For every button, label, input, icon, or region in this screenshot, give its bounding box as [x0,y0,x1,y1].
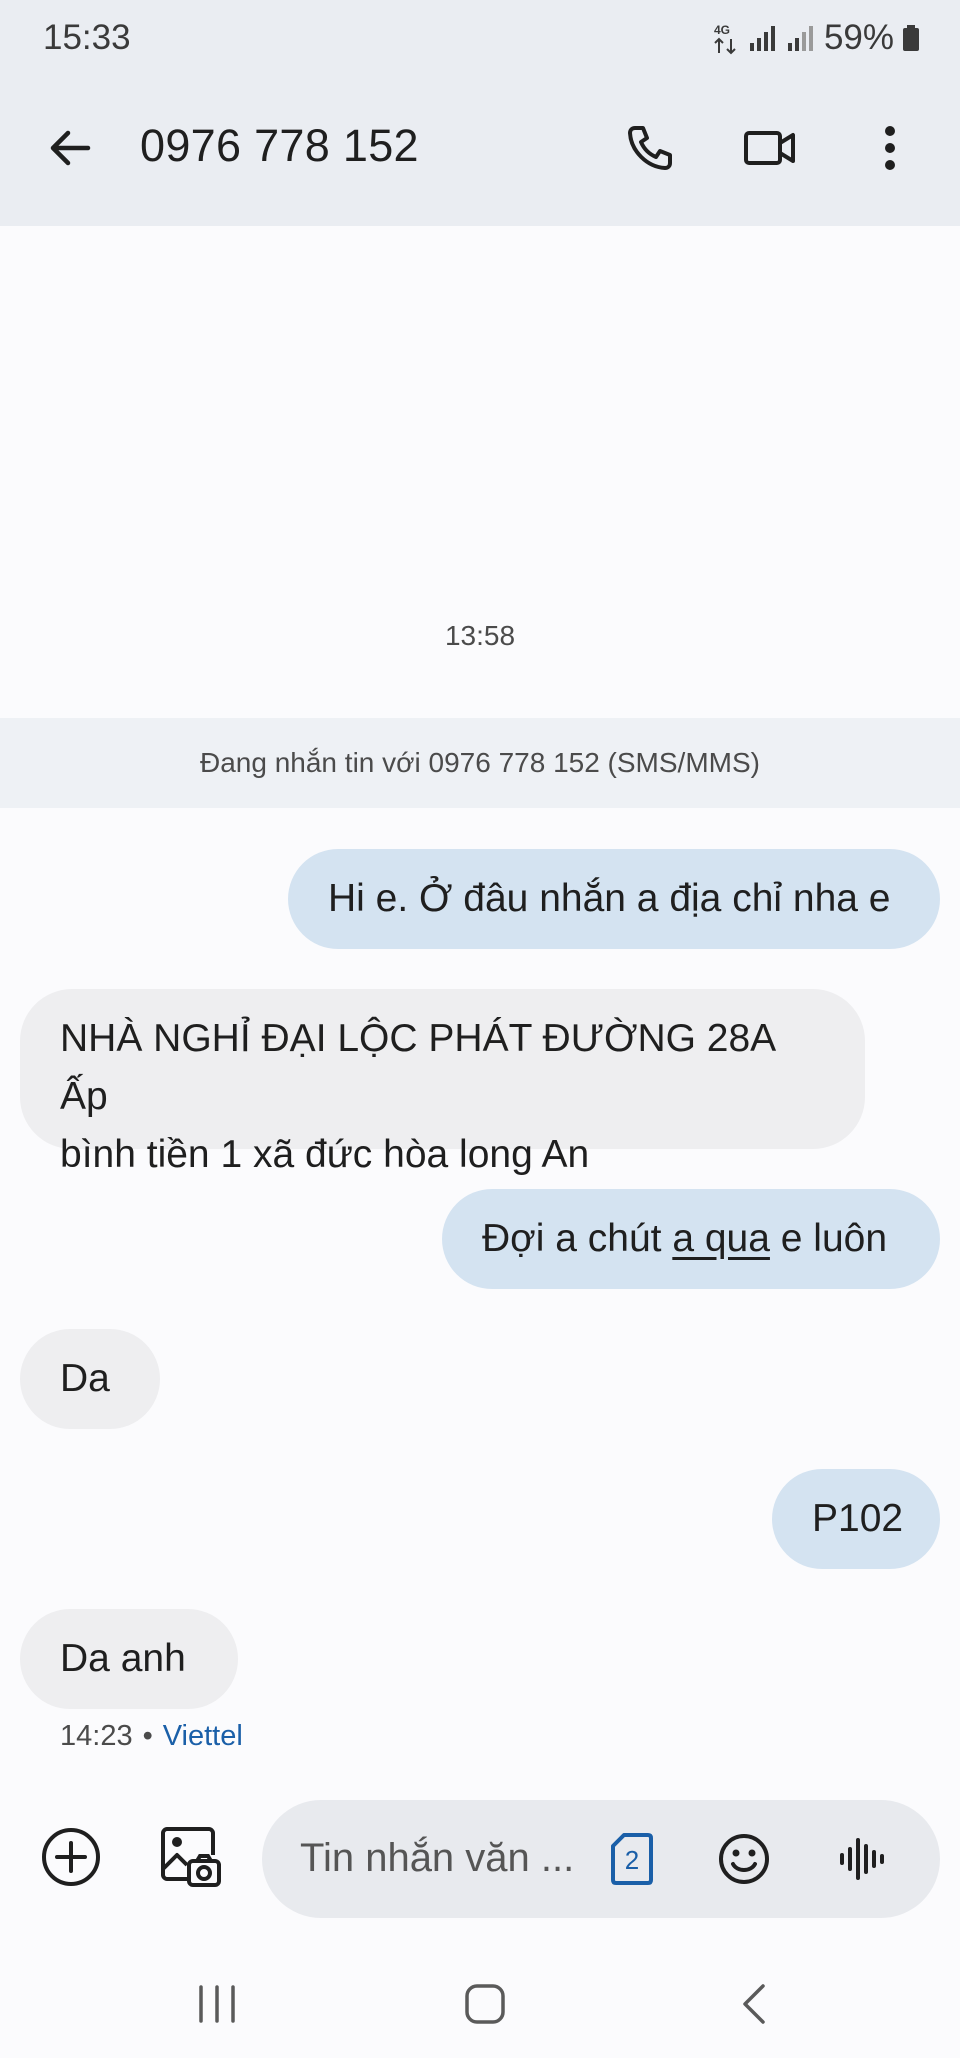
battery-percent: 59% [823,18,894,57]
message-bubble-incoming[interactable]: NHÀ NGHỈ ĐẠI LỘC PHÁT ĐƯỜNG 28A Ấp bình … [20,989,865,1176]
sms-info-banner: Đang nhắn tin với 0976 778 152 (SMS/MMS) [0,718,960,808]
gallery-camera-icon [161,1827,221,1887]
system-navigation-bar [0,1950,960,2058]
voice-waveform-icon [840,1838,884,1880]
signal-strength-sim2-icon [787,26,813,51]
message-text: Da [60,1357,110,1400]
video-camera-icon [744,131,795,165]
network-4g-icon: 4G [714,23,736,55]
message-bubble-outgoing[interactable]: Hi e. Ở đâu nhắn a địa chỉ nha e [288,849,940,949]
message-text: Hi e. Ở đâu nhắn a địa chỉ nha e [328,877,891,920]
battery-icon [903,25,919,51]
contact-title: 0976 778 152 [140,120,419,171]
message-text-line-2: bình tiền 1 xã đức hòa long An [60,1133,590,1176]
message-bubble-incoming[interactable]: Da [20,1329,160,1429]
carrier-label: Viettel [162,1720,243,1752]
gallery-camera-button[interactable] [154,1820,228,1894]
message-text-line-1: NHÀ NGHỈ ĐẠI LỘC PHÁT ĐƯỜNG 28A Ấp [60,1017,775,1118]
conversation-timestamp: 13:58 [444,620,516,651]
top-app-area: 15:33 4G 59% 0976 778 152 [0,0,960,226]
message-text: Đợi a chút [482,1217,673,1260]
phone-icon [628,126,672,170]
more-vert-icon [885,126,895,170]
meta-separator: • [142,1720,153,1752]
emoji-icon [719,1834,769,1884]
back-arrow-icon [50,130,91,166]
message-bubble-outgoing[interactable]: P102 [772,1469,940,1569]
more-options-button[interactable] [854,112,926,184]
message-bubble-incoming[interactable]: Da anh [20,1609,238,1709]
message-link-text[interactable]: a qua [672,1217,770,1260]
add-attachment-button[interactable] [36,1822,106,1892]
call-button[interactable] [614,112,686,184]
video-call-button[interactable] [734,112,806,184]
sim-number: 2 [625,1845,639,1875]
emoji-button[interactable] [712,1827,776,1891]
app-bar: 0976 778 152 [0,100,960,196]
chevron-left-icon [743,1984,765,2024]
status-time: 15:33 [43,18,131,57]
message-meta: 14:23 • Viettel [60,1720,243,1753]
message-text: Da anh [60,1637,186,1680]
network-type-text: 4G [714,23,730,37]
message-text: e luôn [769,1217,888,1260]
recent-apps-button[interactable] [177,1972,257,2036]
sim-select-button[interactable]: 2 [602,1829,662,1889]
add-circle-icon [42,1828,100,1886]
compose-bar: Tin nhắn văn ... 2 [0,1790,960,1930]
status-icons: 4G 59% [712,18,920,58]
system-back-button[interactable] [714,1972,794,2036]
status-bar: 15:33 4G 59% [0,0,960,82]
sim-card-icon: 2 [611,1833,653,1885]
message-time: 14:23 [60,1720,133,1752]
voice-message-button[interactable] [830,1827,894,1891]
signal-strength-icon [749,26,775,51]
back-button[interactable] [34,112,106,184]
home-button[interactable] [445,1972,525,2036]
message-input[interactable]: Tin nhắn văn ... 2 [262,1800,940,1918]
message-text: P102 [812,1497,904,1540]
home-icon [465,1984,505,2024]
recent-apps-icon [199,1985,235,2023]
message-input-placeholder: Tin nhắn văn ... [300,1836,575,1880]
message-bubble-outgoing[interactable]: Đợi a chút a qua e luôn [442,1189,940,1289]
